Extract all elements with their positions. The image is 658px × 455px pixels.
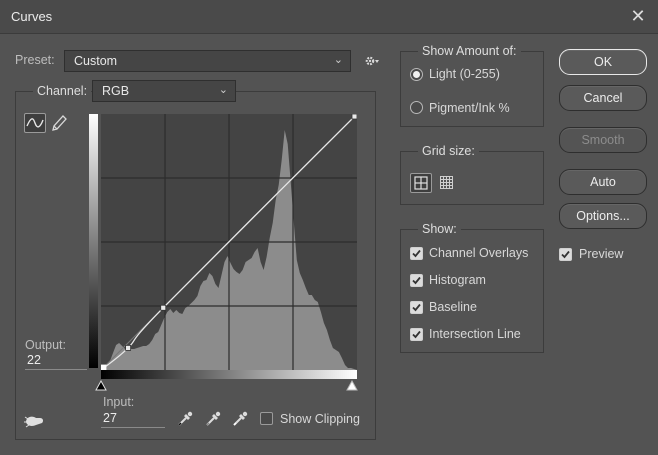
- curve-control-point[interactable]: [160, 304, 167, 311]
- light-radio-label: Light (0-255): [429, 67, 500, 81]
- simple-grid-button[interactable]: [410, 173, 432, 193]
- preview-label: Preview: [579, 247, 624, 261]
- intersection-line-checkbox[interactable]: [410, 328, 423, 341]
- title-bar: Curves ✕: [0, 0, 658, 34]
- input-field[interactable]: 27: [101, 411, 165, 428]
- light-radio[interactable]: [410, 68, 423, 81]
- histogram-label: Histogram: [429, 273, 486, 287]
- curve-control-point[interactable]: [351, 114, 357, 120]
- show-title: Show:: [418, 222, 461, 236]
- pigment-radio[interactable]: [410, 101, 423, 114]
- histogram-checkbox[interactable]: [410, 274, 423, 287]
- auto-button[interactable]: Auto: [559, 169, 647, 195]
- ok-button[interactable]: OK: [559, 49, 647, 75]
- output-label: Output:: [25, 338, 66, 352]
- gear-icon[interactable]: [364, 54, 380, 68]
- white-point-slider[interactable]: [346, 380, 358, 391]
- input-gradient-bar: [101, 370, 357, 379]
- intersection-line-label: Intersection Line: [429, 327, 521, 341]
- channel-overlays-checkbox[interactable]: [410, 247, 423, 260]
- dialog-title: Curves: [11, 9, 53, 24]
- detailed-grid-icon[interactable]: [439, 175, 455, 191]
- channel-overlays-label: Channel Overlays: [429, 246, 529, 260]
- options-button[interactable]: Options...: [559, 203, 647, 229]
- show-amount-group: [400, 51, 544, 127]
- channel-dropdown[interactable]: RGB ⌄: [92, 80, 236, 102]
- simple-grid-icon: [414, 176, 428, 190]
- channel-label: Channel:: [33, 84, 92, 98]
- preview-checkbox[interactable]: [559, 248, 572, 261]
- chevron-down-icon: ⌄: [218, 84, 228, 96]
- on-image-adjust-icon[interactable]: [24, 413, 46, 429]
- curve-control-point[interactable]: [125, 345, 132, 351]
- preset-dropdown[interactable]: Custom ⌄: [64, 50, 351, 72]
- pencil-icon[interactable]: [50, 113, 68, 133]
- curve-control-point[interactable]: [101, 364, 107, 370]
- channel-value: RGB: [102, 84, 130, 98]
- baseline-label: Baseline: [429, 300, 477, 314]
- cancel-button[interactable]: Cancel: [559, 85, 647, 111]
- show-amount-title: Show Amount of:: [418, 44, 521, 58]
- grid-size-title: Grid size:: [418, 144, 479, 158]
- curve-edit-icon: [26, 118, 44, 128]
- preset-value: Custom: [74, 54, 118, 68]
- black-point-slider[interactable]: [95, 380, 107, 391]
- curve-edit-tool[interactable]: [24, 113, 46, 133]
- curve-graph[interactable]: [101, 114, 357, 370]
- baseline-checkbox[interactable]: [410, 301, 423, 314]
- close-icon[interactable]: ✕: [628, 6, 648, 26]
- smooth-button[interactable]: Smooth: [559, 127, 647, 153]
- pigment-radio-label: Pigment/Ink %: [429, 101, 510, 115]
- show-clipping-checkbox[interactable]: [260, 412, 273, 425]
- chevron-down-icon: ⌄: [333, 54, 343, 66]
- gray-point-eyedropper-icon[interactable]: [204, 410, 222, 428]
- input-label: Input:: [103, 395, 135, 409]
- output-field[interactable]: 22: [25, 353, 87, 370]
- white-point-eyedropper-icon[interactable]: [231, 410, 249, 428]
- preset-label: Preset:: [15, 53, 55, 67]
- black-point-eyedropper-icon[interactable]: [176, 410, 194, 428]
- output-gradient-bar: [89, 114, 98, 368]
- show-clipping-label: Show Clipping: [280, 412, 360, 426]
